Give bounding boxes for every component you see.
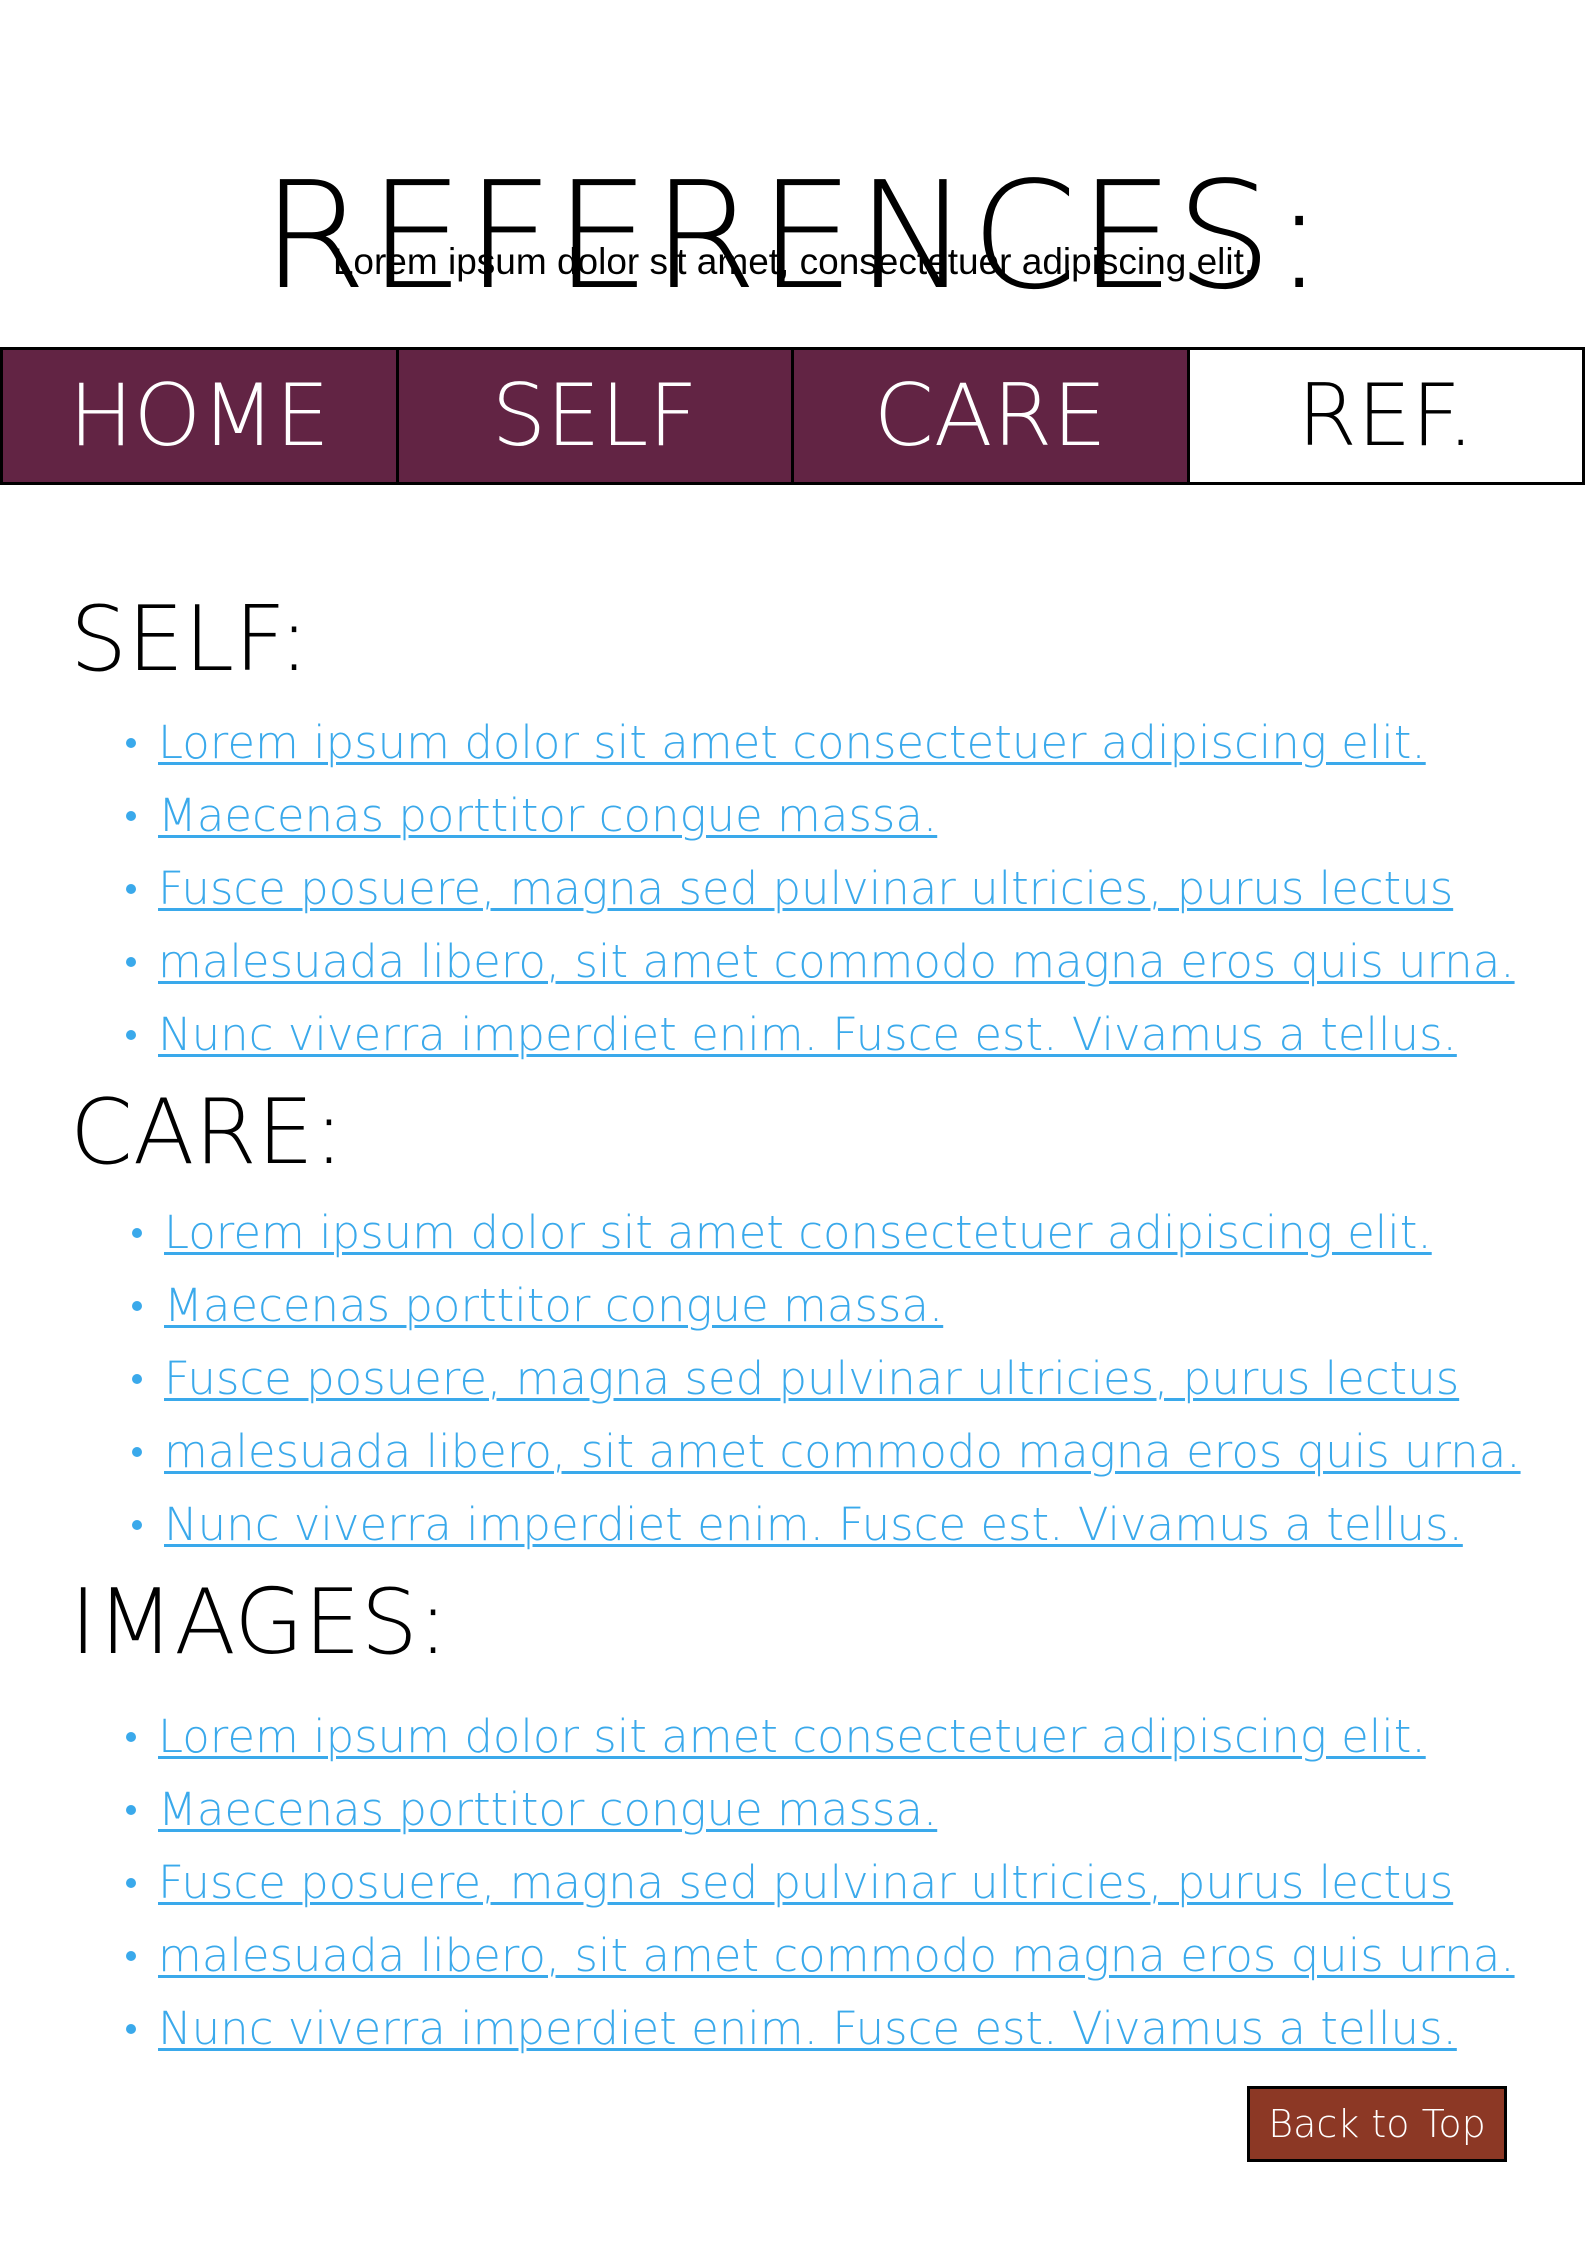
list-item: Nunc viverra imperdiet enim. Fusce est. …	[126, 1004, 1515, 1077]
list-item: malesuada libero, sit amet commodo magna…	[132, 1421, 1521, 1494]
bullet-icon	[132, 1374, 142, 1384]
self-reference-list: Lorem ipsum dolor sit amet consectetuer …	[126, 712, 1515, 1077]
bullet-icon	[126, 1805, 136, 1815]
reference-link[interactable]: Lorem ipsum dolor sit amet consectetuer …	[158, 1710, 1426, 1763]
nav-tab-self[interactable]: SELF	[398, 350, 794, 482]
bullet-icon	[126, 884, 136, 894]
page-subtitle: Lorem ipsum dolor sit amet, consectetuer…	[332, 241, 1255, 282]
reference-link[interactable]: Nunc viverra imperdiet enim. Fusce est. …	[164, 1498, 1463, 1551]
bullet-icon	[126, 811, 136, 821]
reference-link[interactable]: Lorem ipsum dolor sit amet consectetuer …	[158, 716, 1426, 769]
nav-tab-home[interactable]: HOME	[3, 350, 399, 482]
list-item: Lorem ipsum dolor sit amet consectetuer …	[126, 1706, 1515, 1779]
bullet-icon	[132, 1447, 142, 1457]
section-heading-self: SELF:	[70, 587, 310, 692]
bullet-icon	[126, 1030, 136, 1040]
reference-link[interactable]: malesuada libero, sit amet commodo magna…	[158, 1929, 1515, 1982]
list-item: Maecenas porttitor congue massa.	[126, 785, 1515, 858]
list-item: Maecenas porttitor congue massa.	[126, 1779, 1515, 1852]
nav-tab-care[interactable]: CARE	[794, 350, 1190, 482]
reference-link[interactable]: malesuada libero, sit amet commodo magna…	[158, 935, 1515, 988]
reference-link[interactable]: Lorem ipsum dolor sit amet consectetuer …	[164, 1206, 1432, 1259]
bullet-icon	[126, 1951, 136, 1961]
list-item: malesuada libero, sit amet commodo magna…	[126, 1925, 1515, 1998]
care-reference-list: Lorem ipsum dolor sit amet consectetuer …	[132, 1202, 1521, 1567]
section-heading-care: CARE:	[70, 1080, 345, 1185]
list-item: Fusce posuere, magna sed pulvinar ultric…	[126, 1852, 1515, 1925]
bullet-icon	[126, 1732, 136, 1742]
page-title: REFERENCES:	[261, 150, 1326, 323]
reference-link[interactable]: Maecenas porttitor congue massa.	[164, 1279, 943, 1332]
bullet-icon	[126, 2024, 136, 2034]
reference-link[interactable]: Maecenas porttitor congue massa.	[158, 1783, 937, 1836]
bullet-icon	[132, 1520, 142, 1530]
nav-tab-ref[interactable]: REF.	[1189, 350, 1582, 482]
list-item: Fusce posuere, magna sed pulvinar ultric…	[126, 858, 1515, 931]
bullet-icon	[132, 1301, 142, 1311]
reference-link[interactable]: Nunc viverra imperdiet enim. Fusce est. …	[158, 2002, 1457, 2055]
list-item: Lorem ipsum dolor sit amet consectetuer …	[126, 712, 1515, 785]
reference-link[interactable]: Fusce posuere, magna sed pulvinar ultric…	[158, 862, 1453, 915]
bullet-icon	[126, 1878, 136, 1888]
back-to-top-button[interactable]: Back to Top	[1247, 2086, 1507, 2162]
list-item: malesuada libero, sit amet commodo magna…	[126, 931, 1515, 1004]
section-heading-images: IMAGES:	[70, 1570, 449, 1675]
list-item: Nunc viverra imperdiet enim. Fusce est. …	[126, 1998, 1515, 2071]
bullet-icon	[126, 957, 136, 967]
reference-link[interactable]: Fusce posuere, magna sed pulvinar ultric…	[164, 1352, 1459, 1405]
list-item: Maecenas porttitor congue massa.	[132, 1275, 1521, 1348]
reference-link[interactable]: Nunc viverra imperdiet enim. Fusce est. …	[158, 1008, 1457, 1061]
main-nav: HOME SELF CARE REF.	[0, 347, 1585, 485]
images-reference-list: Lorem ipsum dolor sit amet consectetuer …	[126, 1706, 1515, 2071]
reference-link[interactable]: Fusce posuere, magna sed pulvinar ultric…	[158, 1856, 1453, 1909]
list-item: Nunc viverra imperdiet enim. Fusce est. …	[132, 1494, 1521, 1567]
reference-link[interactable]: Maecenas porttitor congue massa.	[158, 789, 937, 842]
bullet-icon	[126, 738, 136, 748]
list-item: Fusce posuere, magna sed pulvinar ultric…	[132, 1348, 1521, 1421]
bullet-icon	[132, 1228, 142, 1238]
reference-link[interactable]: malesuada libero, sit amet commodo magna…	[164, 1425, 1521, 1478]
list-item: Lorem ipsum dolor sit amet consectetuer …	[132, 1202, 1521, 1275]
